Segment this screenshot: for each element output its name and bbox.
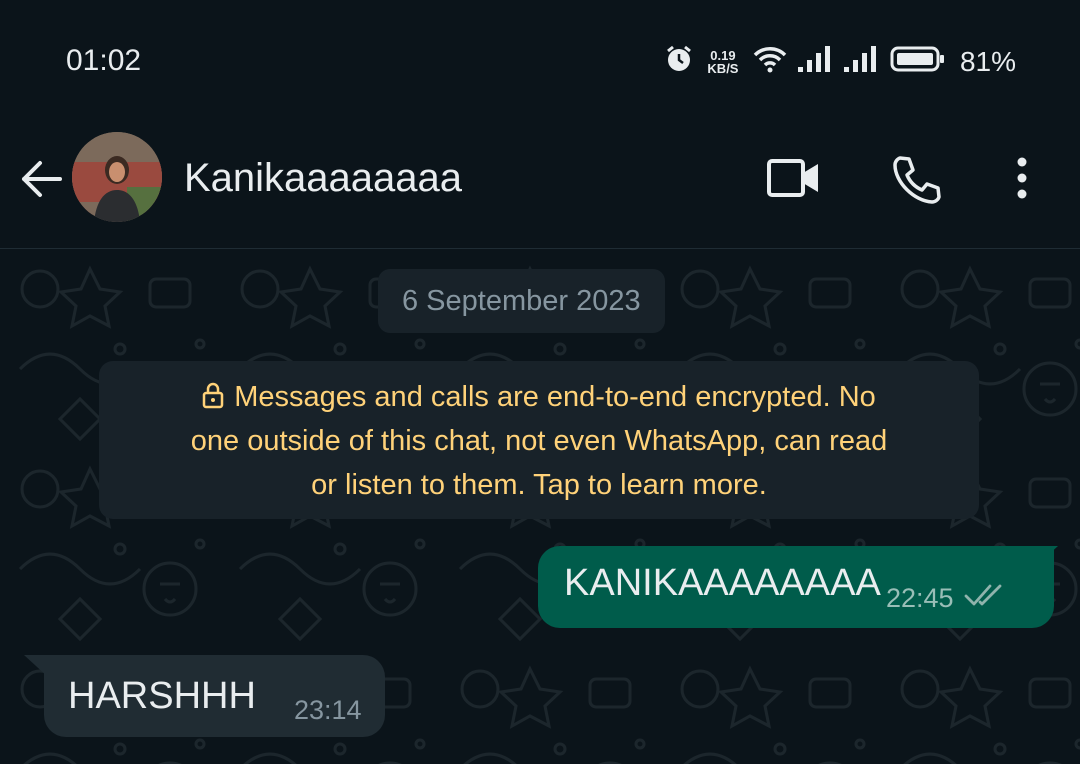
wifi-icon — [752, 44, 788, 79]
contact-name[interactable]: Kanikaaaaaaaa — [184, 156, 462, 201]
lock-icon — [202, 378, 224, 409]
avatar[interactable] — [72, 132, 162, 222]
chat-header: Kanikaaaaaaaa — [0, 110, 1080, 249]
more-options-icon[interactable] — [1012, 156, 1032, 205]
message-meta: 22:45 — [886, 582, 1004, 615]
signal-icon — [843, 45, 880, 78]
back-arrow-icon[interactable] — [18, 158, 64, 200]
status-bar: 01:02 0.19 KB/S 81% — [0, 0, 1080, 110]
battery-percent: 81% — [959, 45, 1016, 77]
encryption-notice-line-2: one outside of this chat, not even Whats… — [190, 425, 888, 457]
signal-icon — [797, 45, 834, 78]
encryption-notice-text: Messages and calls are end-to-end encryp… — [234, 381, 876, 413]
status-time: 01:02 — [66, 44, 142, 77]
double-check-icon — [964, 582, 1004, 615]
message-time: 22:45 — [886, 583, 954, 613]
video-call-icon[interactable] — [766, 156, 822, 205]
outgoing-message[interactable]: KANIKAAAAAAAA 22:45 — [538, 546, 1054, 628]
date-separator: 6 September 2023 — [378, 269, 665, 333]
message-text: KANIKAAAAAAAA — [564, 562, 881, 604]
network-speed-value: 0.19 — [710, 47, 736, 63]
battery-icon — [890, 45, 946, 78]
status-icons: 0.19 KB/S 81% — [664, 44, 1016, 79]
network-speed-unit: KB/S — [707, 60, 739, 76]
encryption-notice[interactable]: Messages and calls are end-to-end encryp… — [99, 361, 979, 519]
encryption-notice-line-1: Messages and calls are end-to-end encryp… — [99, 375, 979, 419]
incoming-message[interactable]: HARSHHH 23:14 — [44, 655, 385, 737]
encryption-notice-line-3: or listen to them. Tap to learn more. — [311, 469, 767, 501]
message-text: HARSHHH — [68, 675, 256, 717]
voice-call-icon[interactable] — [890, 154, 942, 211]
message-time: 23:14 — [294, 695, 362, 725]
alarm-icon — [664, 44, 694, 79]
network-speed: 0.19 KB/S — [704, 49, 742, 75]
chat-area[interactable]: 6 September 2023 Messages and calls are … — [0, 249, 1080, 764]
date-label: 6 September 2023 — [402, 284, 641, 317]
